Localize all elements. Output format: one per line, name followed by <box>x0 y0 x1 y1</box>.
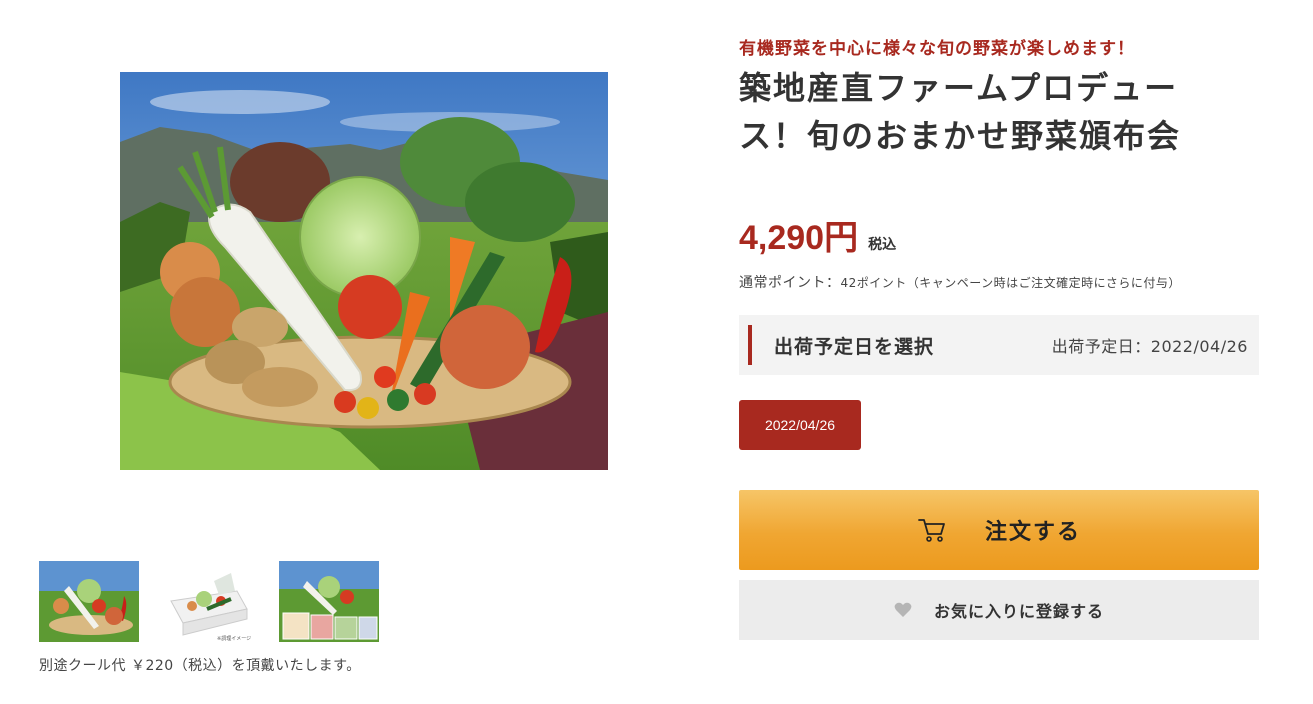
cool-delivery-note: 別途クール代 ￥220（税込）を頂戴いたします。 <box>39 658 361 674</box>
shipping-heading: 出荷予定日を選択 <box>774 335 935 358</box>
cart-icon <box>917 516 947 544</box>
price-row: 4,290円 税込 <box>739 210 896 259</box>
shipping-date-selector: 出荷予定日を選択 出荷予定日：2022/04/26 <box>739 315 1259 375</box>
thumbnail-2-caption: ※調理イメージ <box>217 635 251 642</box>
shipping-selected-date: 出荷予定日：2022/04/26 <box>1051 337 1248 356</box>
order-button-label: 注文する <box>984 520 1081 545</box>
thumbnail-gallery: ※調理イメージ <box>39 561 379 642</box>
shipping-date-option[interactable]: 2022/04/26 <box>739 400 861 450</box>
thumbnail-2[interactable]: ※調理イメージ <box>159 561 259 642</box>
points-value: 42ポイント（キャンペーン時はご注文確定時にさらに付与） <box>840 276 1181 290</box>
tax-label: 税込 <box>868 237 897 253</box>
favorite-button-label: お気に入りに登録する <box>933 602 1104 621</box>
product-catchphrase: 有機野菜を中心に様々な旬の野菜が楽しめます！ <box>739 39 1135 59</box>
points-info: 通常ポイント：42ポイント（キャンペーン時はご注文確定時にさらに付与） <box>739 272 1181 292</box>
product-title: 築地産直ファームプロデュース！旬のおまかせ野菜頒布会 <box>739 69 1182 155</box>
favorite-button[interactable]: お気に入りに登録する <box>739 580 1259 640</box>
thumbnail-1[interactable] <box>39 561 139 642</box>
thumbnail-3[interactable] <box>279 561 379 642</box>
main-product-image <box>120 72 608 470</box>
heart-icon <box>894 602 912 618</box>
points-label: 通常ポイント： <box>739 275 841 291</box>
product-price: 4,290円 <box>739 219 859 257</box>
order-button[interactable]: 注文する <box>739 490 1259 570</box>
shipping-accent-bar <box>748 325 752 365</box>
